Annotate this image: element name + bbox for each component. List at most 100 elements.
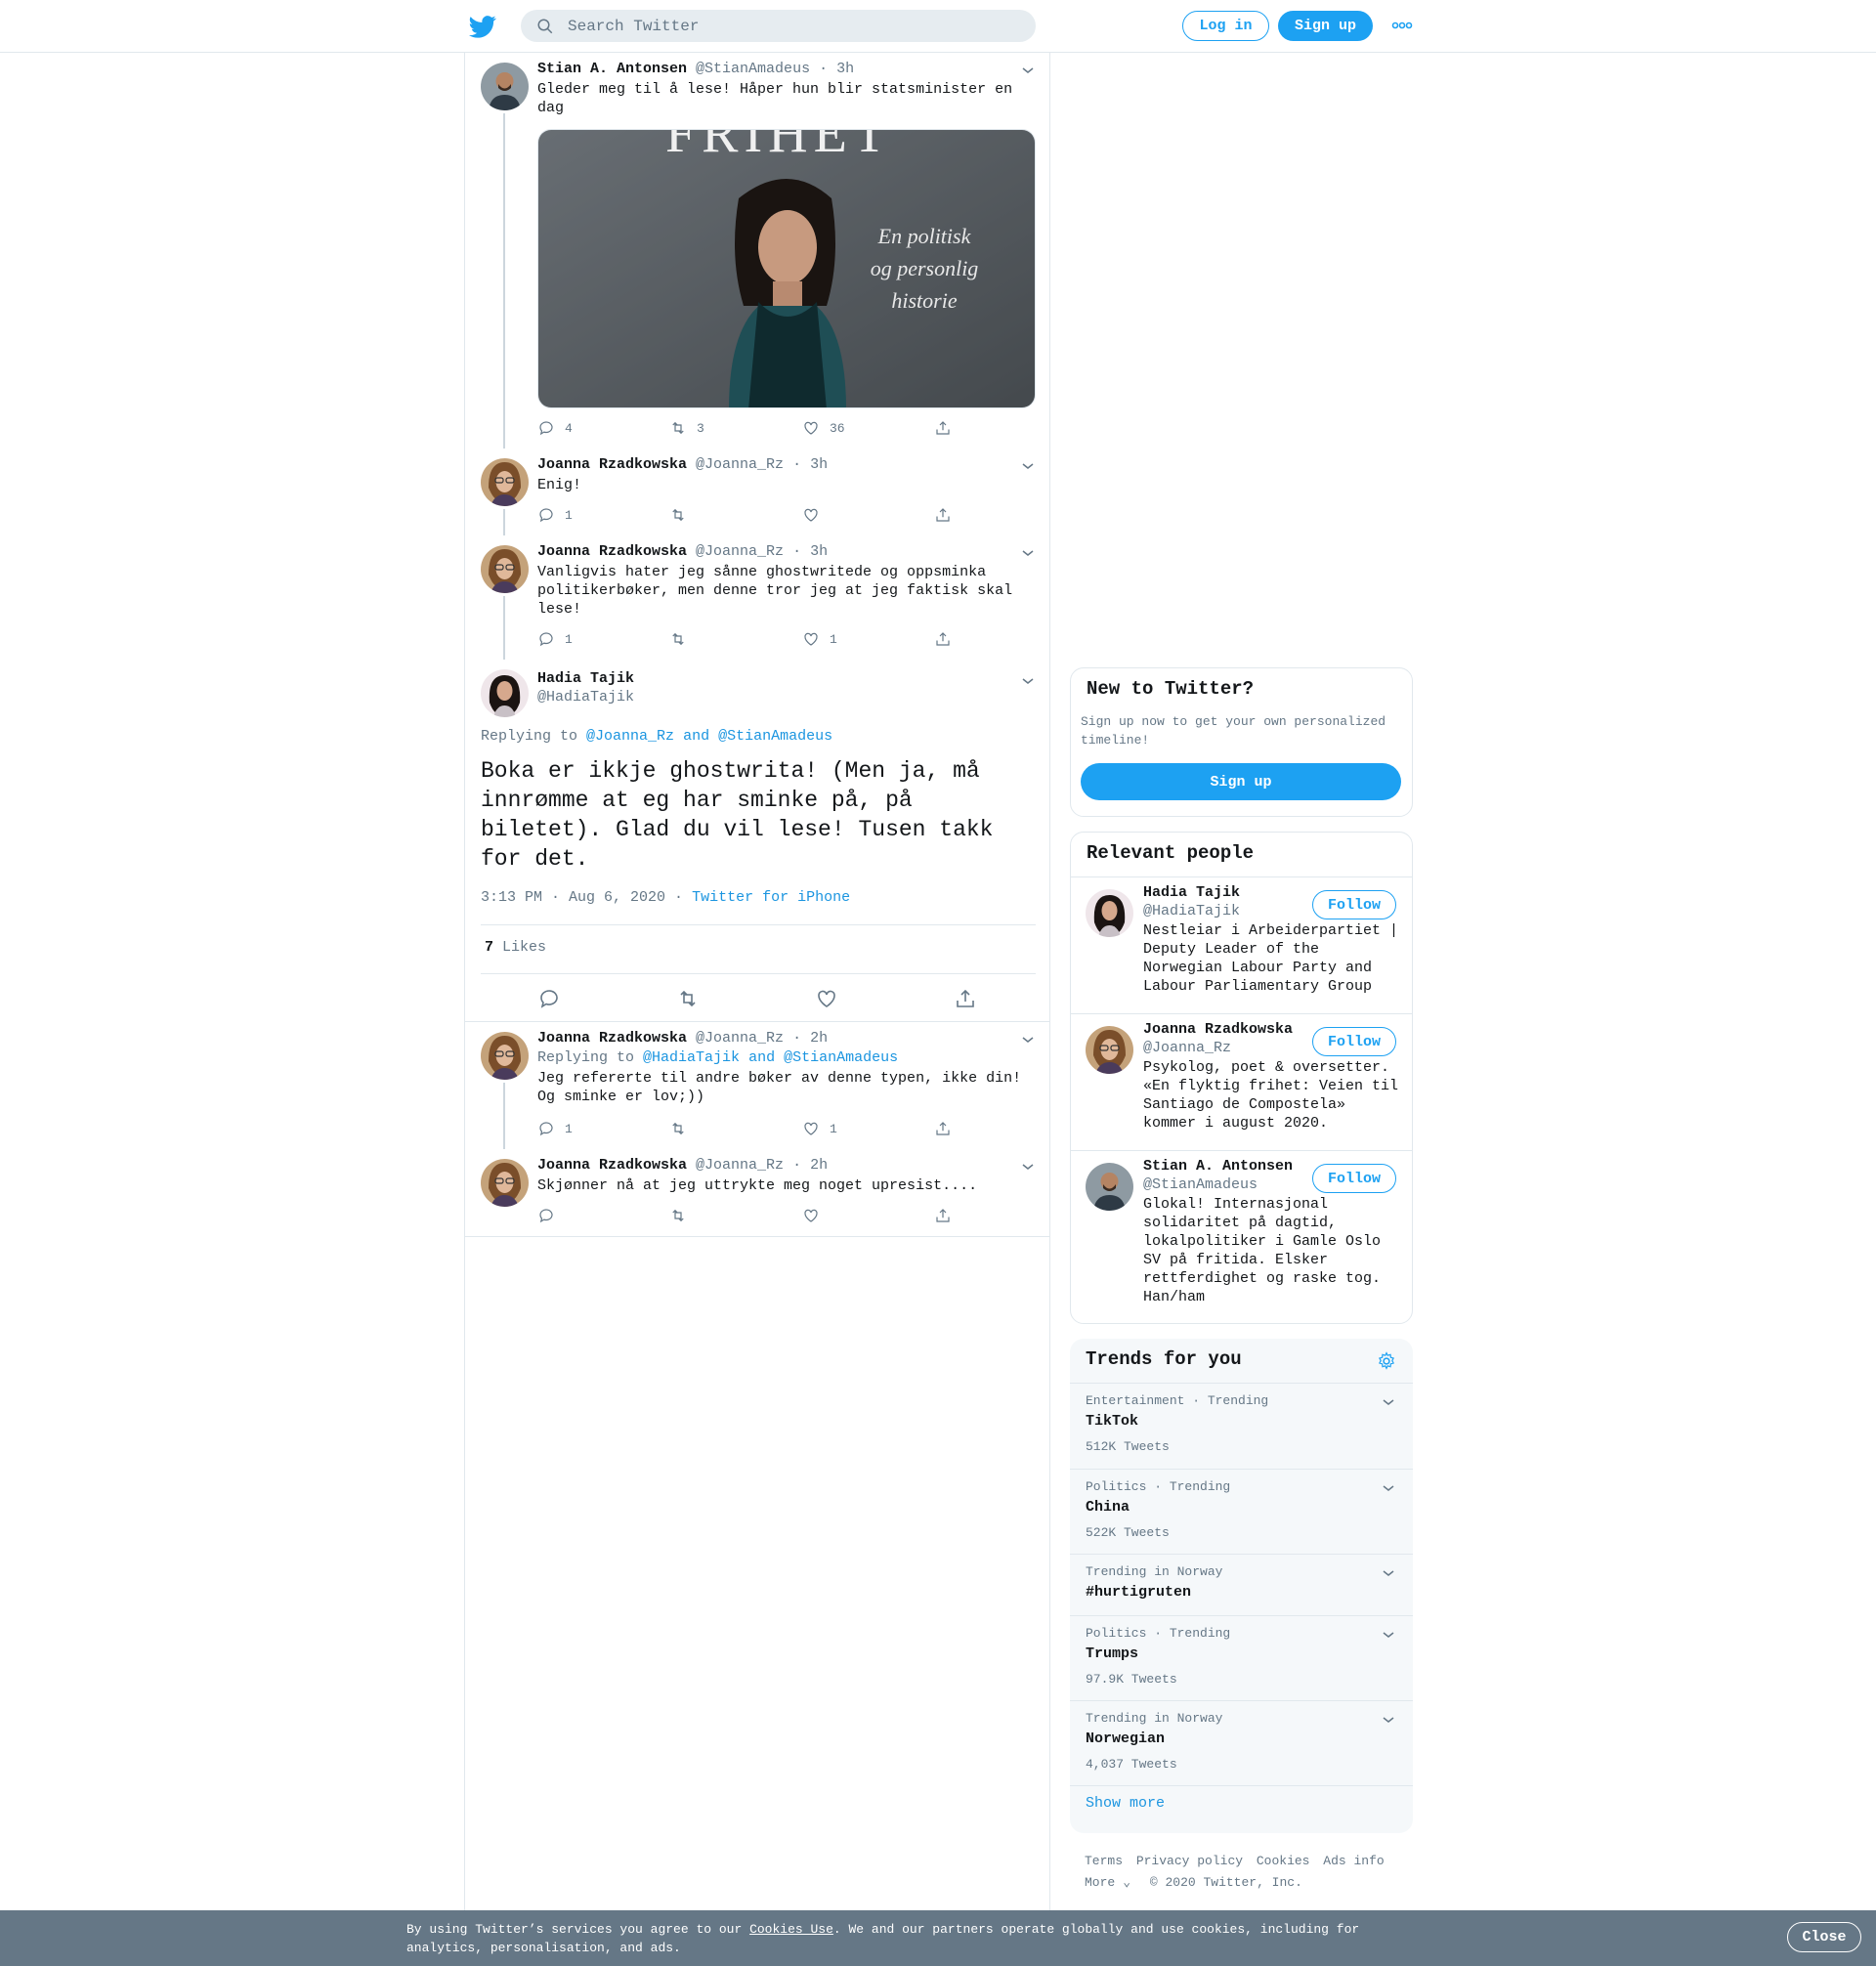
like-button[interactable]: 36 — [802, 418, 845, 438]
tweet-media-image[interactable]: FRIHET En politisk og personlig historie — [537, 129, 1036, 408]
trend-item[interactable]: Trending in Norway Norwegian 4,037 Tweet… — [1070, 1700, 1413, 1785]
reply-button[interactable]: 1 — [537, 1119, 573, 1138]
trend-item[interactable]: Trending in Norway #hurtigruten — [1070, 1554, 1413, 1615]
search-input[interactable] — [568, 10, 1017, 42]
share-button[interactable] — [934, 418, 961, 438]
tweet[interactable]: Joanna Rzadkowska @Joanna_Rz · 3h Vanlig… — [465, 535, 1049, 660]
chevron-down-icon[interactable] — [1381, 1394, 1396, 1410]
sign-up-button[interactable]: Sign up — [1278, 11, 1373, 41]
more-menu-link[interactable]: More ⌄ — [1085, 1875, 1136, 1890]
share-button[interactable] — [934, 505, 961, 525]
relevant-person[interactable]: Joanna Rzadkowska @Joanna_Rz Psykolog, p… — [1071, 1013, 1412, 1150]
follow-button[interactable]: Follow — [1312, 890, 1396, 919]
retweet-button[interactable]: 3 — [669, 418, 704, 438]
gear-icon[interactable] — [1377, 1351, 1396, 1371]
tweet-time[interactable]: · 2h — [792, 1030, 828, 1047]
chevron-down-icon[interactable] — [1020, 458, 1036, 474]
chevron-down-icon[interactable] — [1020, 1159, 1036, 1175]
reply-button[interactable] — [537, 987, 561, 1010]
show-more-link[interactable]: Show more — [1086, 1795, 1165, 1812]
chevron-down-icon[interactable] — [1020, 545, 1036, 561]
like-button[interactable] — [802, 1206, 830, 1225]
retweet-button[interactable] — [669, 1119, 697, 1138]
tweet[interactable]: Stian A. Antonsen @StianAmadeus · 3h Gle… — [465, 53, 1049, 449]
chevron-down-icon[interactable] — [1381, 1627, 1396, 1643]
twitter-bird-icon[interactable] — [469, 13, 496, 40]
search-box[interactable] — [521, 10, 1036, 42]
avatar[interactable] — [1086, 889, 1133, 937]
person-handle[interactable]: @Joanna_Rz — [1143, 1040, 1231, 1056]
avatar[interactable] — [481, 458, 529, 506]
cookies-use-link[interactable]: Cookies Use — [749, 1922, 833, 1937]
person-name[interactable]: Stian A. Antonsen — [1143, 1158, 1293, 1175]
follow-button[interactable]: Follow — [1312, 1027, 1396, 1056]
trend-name[interactable]: Norwegian — [1086, 1731, 1165, 1747]
tweet[interactable]: Joanna Rzadkowska @Joanna_Rz · 2h Skjønn… — [465, 1149, 1049, 1237]
tweet-timestamp[interactable]: 3:13 PM · Aug 6, 2020 — [481, 889, 665, 906]
avatar[interactable] — [481, 1032, 529, 1080]
retweet-button[interactable] — [669, 629, 697, 649]
tweet-time[interactable]: · 3h — [819, 61, 854, 77]
author-name[interactable]: Hadia Tajik — [537, 670, 634, 687]
retweet-button[interactable] — [669, 1206, 697, 1225]
trend-name[interactable]: TikTok — [1086, 1413, 1138, 1430]
author-handle[interactable]: @Joanna_Rz — [696, 543, 784, 560]
cookies-link[interactable]: Cookies — [1257, 1854, 1310, 1868]
avatar[interactable] — [481, 63, 529, 110]
author-handle[interactable]: @Joanna_Rz — [696, 456, 784, 473]
replying-to-users-link[interactable]: @HadiaTajik and @StianAmadeus — [643, 1049, 898, 1066]
chevron-down-icon[interactable] — [1020, 63, 1036, 78]
share-button[interactable] — [934, 1119, 961, 1138]
author-handle[interactable]: @StianAmadeus — [696, 61, 810, 77]
author-handle[interactable]: @Joanna_Rz — [696, 1157, 784, 1174]
tweet[interactable]: Joanna Rzadkowska @Joanna_Rz · 2h Replyi… — [465, 1022, 1049, 1149]
tweet[interactable]: Joanna Rzadkowska @Joanna_Rz · 3h Enig! … — [465, 449, 1049, 535]
avatar[interactable] — [481, 669, 529, 717]
terms-link[interactable]: Terms — [1085, 1854, 1123, 1868]
author-name[interactable]: Joanna Rzadkowska — [537, 456, 687, 473]
more-options-icon[interactable] — [1391, 16, 1413, 35]
person-handle[interactable]: @StianAmadeus — [1143, 1176, 1258, 1193]
like-button[interactable]: 1 — [802, 629, 837, 649]
tweet-source-link[interactable]: Twitter for iPhone — [692, 889, 850, 906]
chevron-down-icon[interactable] — [1381, 1712, 1396, 1728]
chevron-down-icon[interactable] — [1381, 1480, 1396, 1496]
reply-button[interactable]: 1 — [537, 505, 573, 525]
tweet-time[interactable]: · 2h — [792, 1157, 828, 1174]
retweet-button[interactable] — [669, 505, 697, 525]
avatar[interactable] — [1086, 1026, 1133, 1074]
reply-button[interactable]: 1 — [537, 629, 573, 649]
share-button[interactable] — [934, 1206, 961, 1225]
tweet-time[interactable]: · 3h — [792, 456, 828, 473]
reply-button[interactable]: 4 — [537, 418, 573, 438]
tweet-time[interactable]: · 3h — [792, 543, 828, 560]
author-name[interactable]: Joanna Rzadkowska — [537, 543, 687, 560]
like-button[interactable]: 1 — [802, 1119, 837, 1138]
person-handle[interactable]: @HadiaTajik — [1143, 903, 1240, 919]
chevron-down-icon[interactable] — [1381, 1565, 1396, 1581]
signup-card-button[interactable]: Sign up — [1081, 763, 1401, 800]
trend-name[interactable]: China — [1086, 1499, 1130, 1516]
share-button[interactable] — [954, 987, 977, 1010]
trend-name[interactable]: #hurtigruten — [1086, 1584, 1191, 1601]
trend-item[interactable]: Entertainment · Trending TikTok 512K Twe… — [1070, 1383, 1413, 1469]
avatar[interactable] — [1086, 1163, 1133, 1211]
log-in-button[interactable]: Log in — [1182, 11, 1269, 41]
ads-info-link[interactable]: Ads info — [1323, 1854, 1384, 1868]
author-handle[interactable]: @Joanna_Rz — [696, 1030, 784, 1047]
replying-to-users-link[interactable]: @Joanna_Rz and @StianAmadeus — [586, 728, 832, 745]
trend-item[interactable]: Politics · Trending Trumps 97.9K Tweets — [1070, 1615, 1413, 1700]
person-name[interactable]: Joanna Rzadkowska — [1143, 1021, 1293, 1038]
relevant-person[interactable]: Stian A. Antonsen @StianAmadeus Glokal! … — [1071, 1150, 1412, 1323]
chevron-down-icon[interactable] — [1020, 1032, 1036, 1047]
avatar[interactable] — [481, 545, 529, 593]
trend-name[interactable]: Trumps — [1086, 1645, 1138, 1662]
author-name[interactable]: Stian A. Antonsen — [537, 61, 687, 77]
author-handle[interactable]: @HadiaTajik — [537, 689, 634, 705]
reply-button[interactable] — [537, 1206, 565, 1225]
like-button[interactable] — [815, 987, 838, 1010]
trend-item[interactable]: Politics · Trending China 522K Tweets — [1070, 1469, 1413, 1554]
author-name[interactable]: Joanna Rzadkowska — [537, 1030, 687, 1047]
retweet-button[interactable] — [676, 987, 700, 1010]
person-name[interactable]: Hadia Tajik — [1143, 884, 1240, 901]
